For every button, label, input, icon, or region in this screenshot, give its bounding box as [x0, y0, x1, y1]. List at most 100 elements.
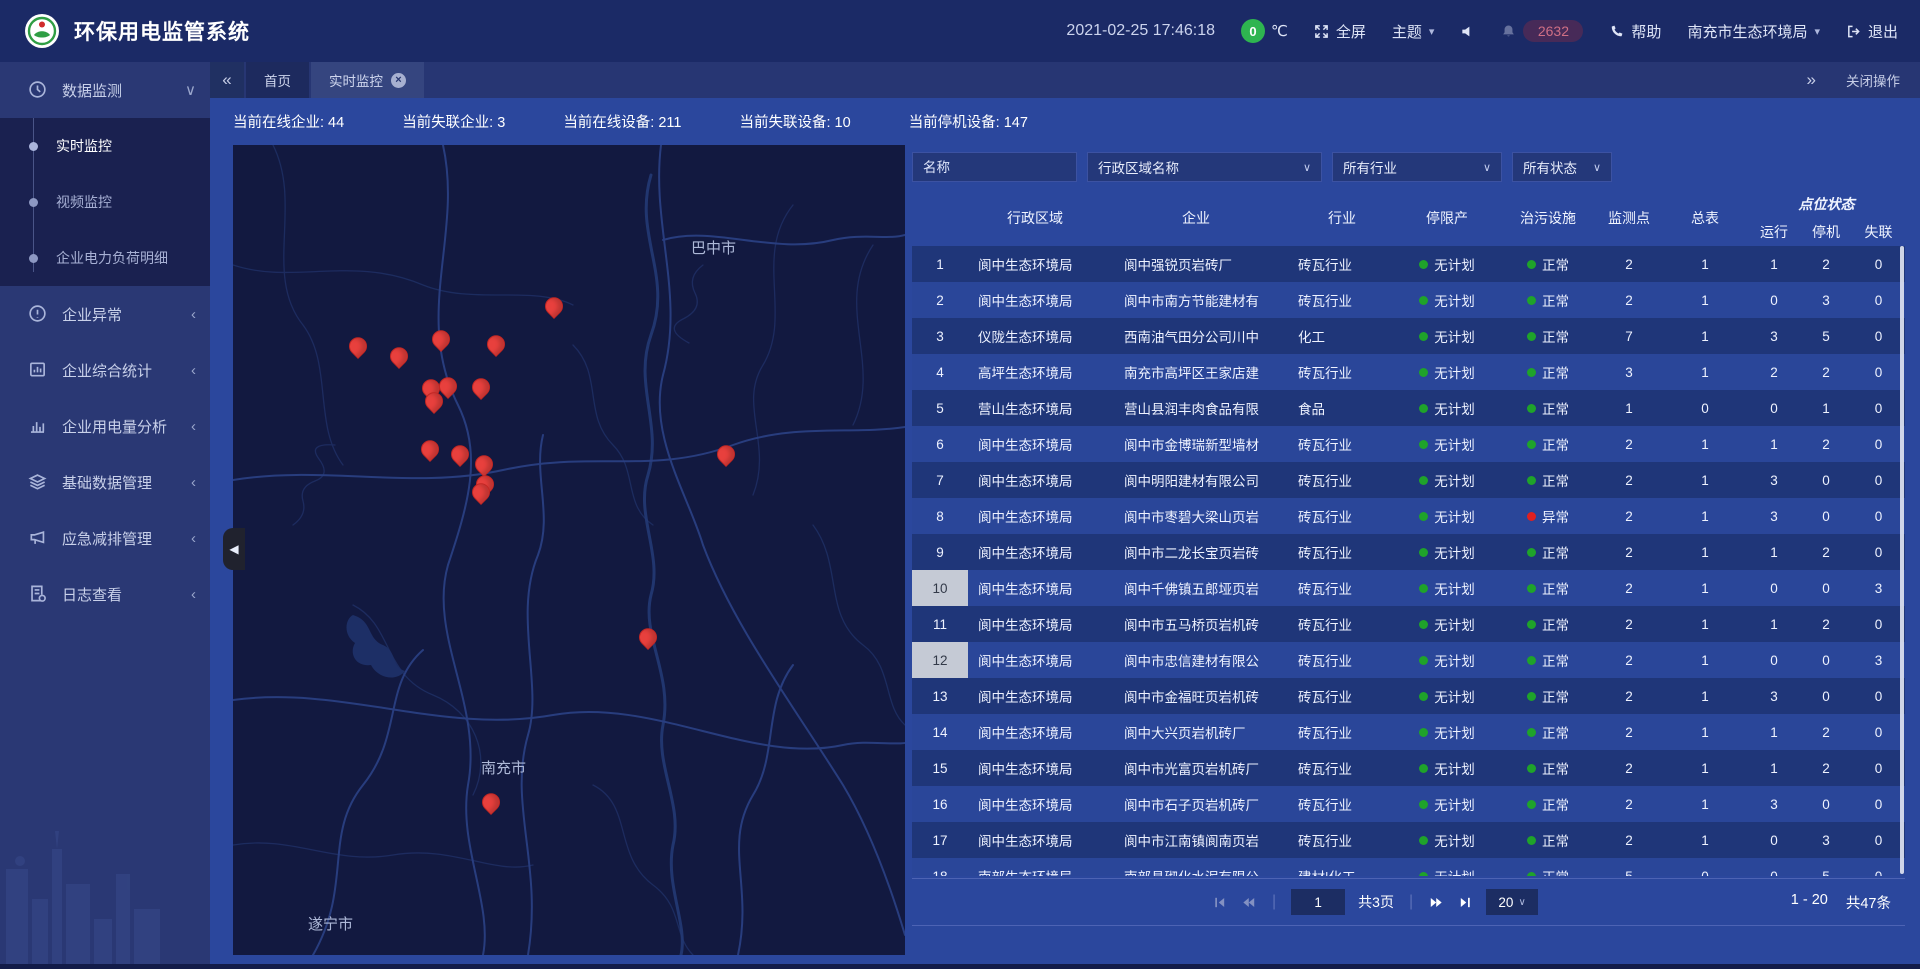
row-monitor-points: 2 [1596, 653, 1662, 668]
table-row[interactable]: 18 南部生态环境局 南部县砌化水泥有限公 建材|化工 无计划 正常 5 0 0… [912, 858, 1905, 876]
row-company: 阆中明阳建材有限公司 [1102, 470, 1290, 490]
sidebar-submenu-data-monitoring: 实时监控 视频监控 企业电力负荷明细 [0, 118, 210, 286]
workspace: 当前在线企业: 44当前失联企业: 3当前在线设备: 211当前失联设备: 10… [210, 98, 1920, 969]
last-page-button[interactable] [1458, 895, 1473, 910]
panel-collapse-handle[interactable]: ◀ [223, 528, 245, 570]
tabs-scroll-right-button[interactable]: » [1807, 70, 1816, 90]
tabs-scroll-left-button[interactable]: « [210, 62, 244, 98]
row-stopped-count: 0 [1800, 689, 1852, 704]
table-scrollbar[interactable] [1900, 246, 1904, 874]
row-region: 阆中生态环境局 [968, 434, 1102, 454]
table-row[interactable]: 12 阆中生态环境局 阆中市忠信建材有限公 砖瓦行业 无计划 正常 2 1 0 … [912, 642, 1905, 678]
sidebar-item-power-analysis[interactable]: 企业用电量分析 ‹ [0, 398, 210, 454]
name-search-input[interactable] [912, 152, 1077, 182]
sidebar-item-emergency-reduction[interactable]: 应急减排管理 ‹ [0, 510, 210, 566]
row-total-meters: 1 [1662, 365, 1748, 380]
sidebar-item-enterprise-abnormal[interactable]: 企业异常 ‹ [0, 286, 210, 342]
fullscreen-button[interactable]: 全屏 [1314, 21, 1366, 42]
table-row[interactable]: 15 阆中生态环境局 阆中市光富页岩机砖厂 砖瓦行业 无计划 正常 2 1 1 … [912, 750, 1905, 786]
map-panel[interactable]: 巴中市南充市遂宁市 ◀ [233, 145, 905, 955]
row-stopped-count: 2 [1800, 617, 1852, 632]
status-dot-icon [1527, 332, 1536, 341]
row-pollution-facility-status: 正常 [1500, 650, 1596, 670]
sidebar-item-enterprise-statistics[interactable]: 企业综合统计 ‹ [0, 342, 210, 398]
table-row[interactable]: 9 阆中生态环境局 阆中市二龙长宝页岩砖 砖瓦行业 无计划 正常 2 1 1 2… [912, 534, 1905, 570]
sidebar-item-power-load-detail[interactable]: 企业电力负荷明细 [0, 230, 210, 286]
table-row[interactable]: 1 阆中生态环境局 阆中强锐页岩砖厂 砖瓦行业 无计划 正常 2 1 1 2 0 [912, 246, 1905, 282]
row-monitor-points: 3 [1596, 365, 1662, 380]
notifications[interactable]: 2632 [1501, 20, 1583, 42]
close-operations-button[interactable]: 关闭操作 [1846, 70, 1900, 90]
row-industry: 砖瓦行业 [1290, 290, 1394, 310]
table-row[interactable]: 11 阆中生态环境局 阆中市五马桥页岩机砖 砖瓦行业 无计划 正常 2 1 1 … [912, 606, 1905, 642]
row-industry: 砖瓦行业 [1290, 506, 1394, 526]
table-row[interactable]: 16 阆中生态环境局 阆中市石子页岩机砖厂 砖瓦行业 无计划 正常 2 1 3 … [912, 786, 1905, 822]
page-number-input[interactable] [1291, 889, 1345, 915]
table-row[interactable]: 4 高坪生态环境局 南充市高坪区王家店建 砖瓦行业 无计划 正常 3 1 2 2… [912, 354, 1905, 390]
row-production-stop-status: 无计划 [1394, 758, 1500, 778]
theme-dropdown[interactable]: 主题 ▾ [1392, 21, 1435, 42]
org-dropdown[interactable]: 南充市生态环境局 ▾ [1687, 21, 1820, 42]
table-row[interactable]: 6 阆中生态环境局 阆中市金博瑞新型墙材 砖瓦行业 无计划 正常 2 1 1 2… [912, 426, 1905, 462]
row-company: 营山县润丰肉食品有限 [1102, 398, 1290, 418]
region-select[interactable]: 行政区域名称 ∨ [1087, 152, 1322, 182]
tab-home[interactable]: 首页 [246, 62, 309, 98]
row-total-meters: 1 [1662, 617, 1748, 632]
prev-page-button[interactable] [1240, 895, 1257, 910]
table-row[interactable]: 7 阆中生态环境局 阆中明阳建材有限公司 砖瓦行业 无计划 正常 2 1 3 0… [912, 462, 1905, 498]
row-stopped-count: 5 [1800, 869, 1852, 877]
map-city-label: 巴中市 [691, 237, 736, 258]
close-icon[interactable]: × [391, 73, 406, 88]
row-region: 仪陇生态环境局 [968, 326, 1102, 346]
row-total-meters: 1 [1662, 797, 1748, 812]
status-dot-icon [1419, 656, 1428, 665]
row-company: 南部县砌化水泥有限公 [1102, 866, 1290, 876]
row-region: 阆中生态环境局 [968, 506, 1102, 526]
first-page-button[interactable] [1212, 895, 1227, 910]
row-running-count: 0 [1748, 869, 1800, 877]
table-row[interactable]: 13 阆中生态环境局 阆中市金福旺页岩机砖 砖瓦行业 无计划 正常 2 1 3 … [912, 678, 1905, 714]
caret-down-icon: ∨ [1518, 897, 1525, 908]
chevron-left-icon: ‹ [191, 418, 196, 435]
sidebar-item-base-data[interactable]: 基础数据管理 ‹ [0, 454, 210, 510]
row-offline-count: 0 [1852, 293, 1905, 308]
status-dot-icon [1527, 512, 1536, 521]
row-industry: 建材|化工 [1290, 866, 1394, 876]
row-running-count: 1 [1748, 545, 1800, 560]
logout-button[interactable]: 退出 [1846, 21, 1898, 42]
sidebar-item-realtime-monitor[interactable]: 实时监控 [0, 118, 210, 174]
status-dot-icon [1527, 656, 1536, 665]
row-company: 阆中千佛镇五郎垭页岩 [1102, 578, 1290, 598]
sidebar-item-logs[interactable]: 日志查看 ‹ [0, 566, 210, 622]
table-row[interactable]: 10 阆中生态环境局 阆中千佛镇五郎垭页岩 砖瓦行业 无计划 正常 2 1 0 … [912, 570, 1905, 606]
row-index: 11 [912, 606, 968, 642]
status-select[interactable]: 所有状态 ∨ [1512, 152, 1612, 182]
mute-button[interactable] [1460, 24, 1475, 39]
table-row[interactable]: 14 阆中生态环境局 阆中大兴页岩机砖厂 砖瓦行业 无计划 正常 2 1 1 2… [912, 714, 1905, 750]
table-row[interactable]: 17 阆中生态环境局 阆中市江南镇阆南页岩 砖瓦行业 无计划 正常 2 1 0 … [912, 822, 1905, 858]
table-row[interactable]: 2 阆中生态环境局 阆中市南方节能建材有 砖瓦行业 无计划 正常 2 1 0 3… [912, 282, 1905, 318]
page-size-select[interactable]: 20 ∨ [1486, 889, 1538, 915]
industry-select[interactable]: 所有行业 ∨ [1332, 152, 1502, 182]
column-group-point-status: 点位状态 [1748, 190, 1905, 218]
row-monitor-points: 2 [1596, 689, 1662, 704]
row-pollution-facility-status: 正常 [1500, 686, 1596, 706]
row-industry: 砖瓦行业 [1290, 722, 1394, 742]
sidebar-item-data-monitoring[interactable]: 数据监测 ∨ [0, 62, 210, 118]
map-canvas[interactable]: 巴中市南充市遂宁市 [233, 145, 905, 955]
row-running-count: 2 [1748, 365, 1800, 380]
row-index: 16 [912, 786, 968, 822]
table-row[interactable]: 5 营山生态环境局 营山县润丰肉食品有限 食品 无计划 正常 1 0 0 1 0 [912, 390, 1905, 426]
row-company: 阆中强锐页岩砖厂 [1102, 254, 1290, 274]
next-page-button[interactable] [1428, 895, 1445, 910]
help-button[interactable]: 帮助 [1609, 21, 1661, 42]
tab-bar: « 首页 实时监控 × » 关闭操作 [210, 62, 1920, 98]
sidebar-item-video-monitor[interactable]: 视频监控 [0, 174, 210, 230]
table-row[interactable]: 3 仪陇生态环境局 西南油气田分公司川中 化工 无计划 正常 7 1 3 5 0 [912, 318, 1905, 354]
caret-down-icon: ▾ [1429, 25, 1435, 38]
table-row[interactable]: 8 阆中生态环境局 阆中市枣碧大梁山页岩 砖瓦行业 无计划 异常 2 1 3 0… [912, 498, 1905, 534]
row-total-meters: 1 [1662, 653, 1748, 668]
row-region: 阆中生态环境局 [968, 758, 1102, 778]
row-production-stop-status: 无计划 [1394, 722, 1500, 742]
tab-realtime-monitor[interactable]: 实时监控 × [311, 62, 424, 98]
